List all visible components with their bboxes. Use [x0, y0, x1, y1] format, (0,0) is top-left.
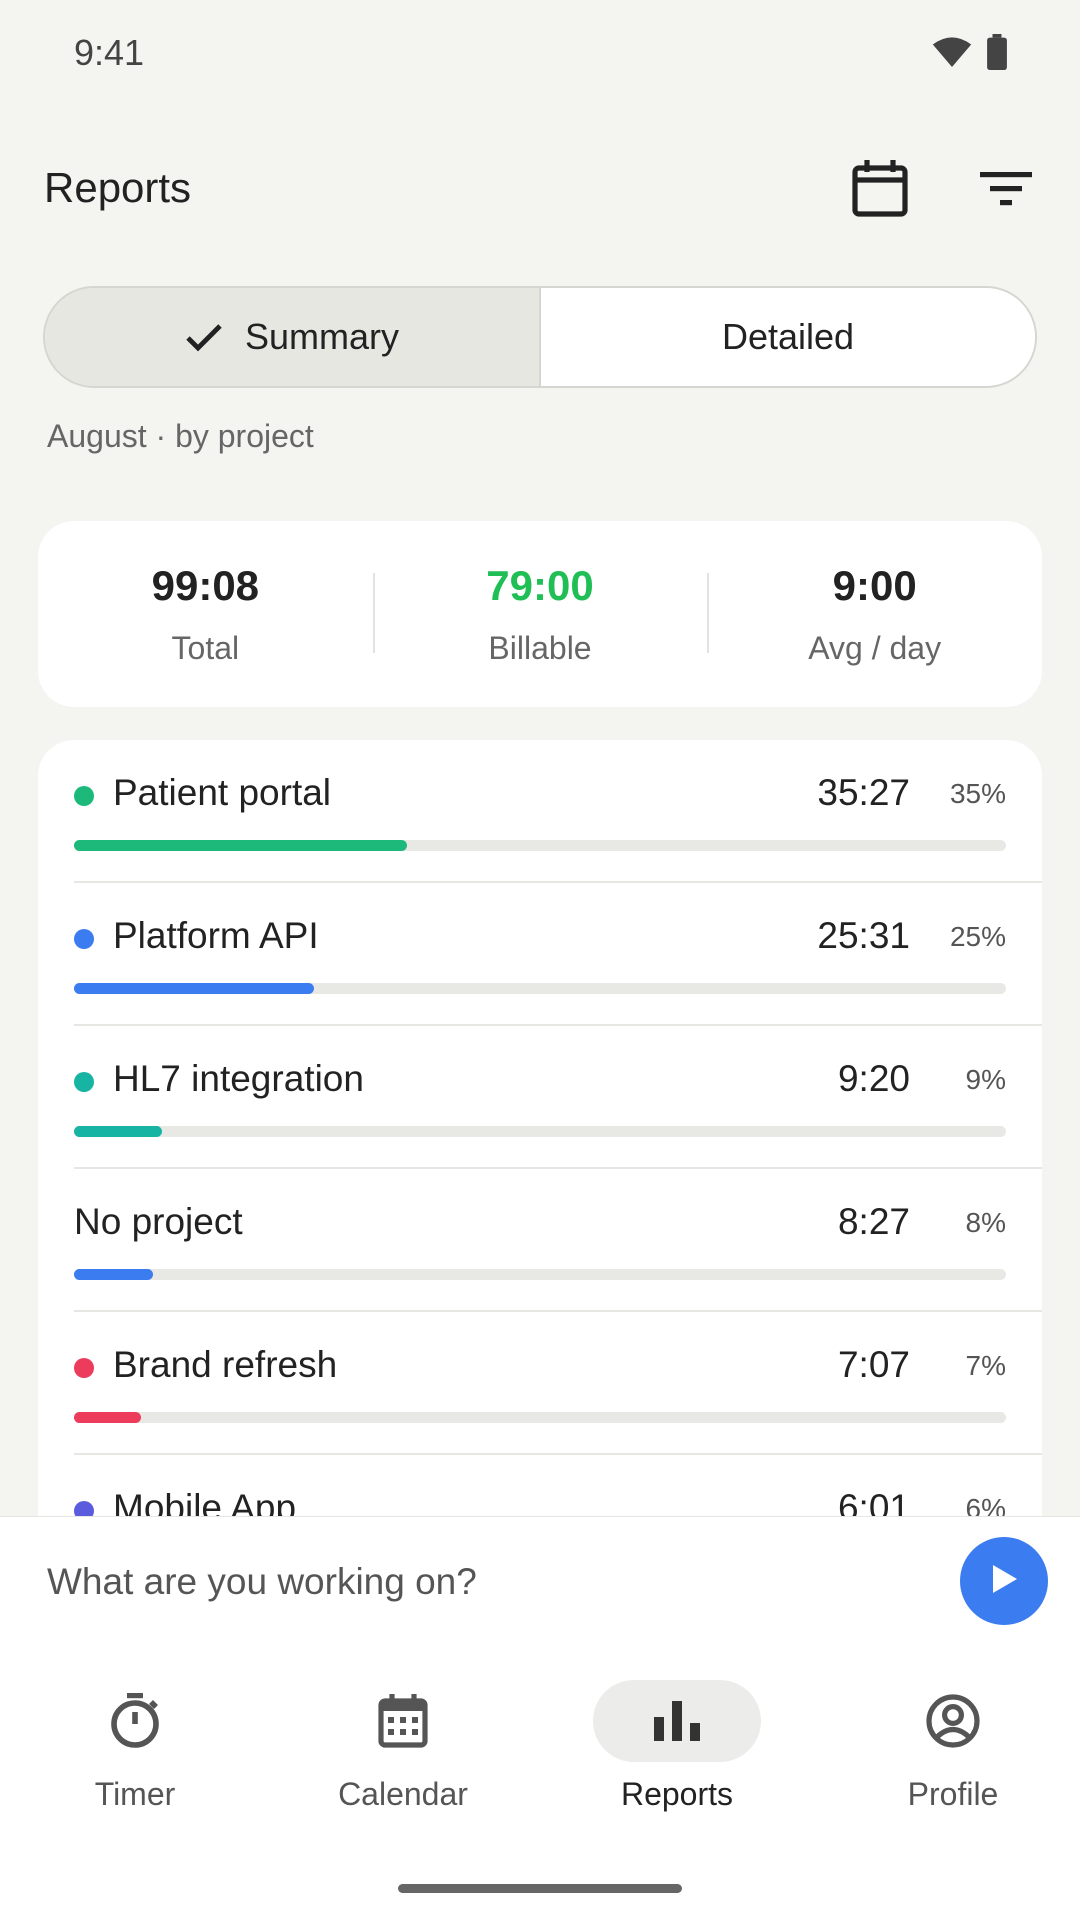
- project-percent: 7%: [965, 1350, 1006, 1381]
- detailed-option[interactable]: Detailed: [541, 288, 1035, 386]
- total-stat: 99:08 Total: [38, 521, 373, 707]
- list-item[interactable]: Platform API 25:31 25%: [38, 883, 1042, 1026]
- project-progress-fill: [74, 840, 407, 851]
- project-percent: 8%: [965, 1207, 1006, 1238]
- nav-profile-label: Profile: [907, 1776, 999, 1812]
- bar-chart-icon: [593, 1680, 761, 1762]
- bottom-navigation: Timer Calendar Reports Profile: [0, 1646, 1080, 1920]
- project-color-dot: [74, 786, 94, 806]
- date-range-button[interactable]: [848, 158, 912, 222]
- project-progress-fill: [74, 1412, 142, 1423]
- detailed-label: Detailed: [721, 316, 855, 357]
- nav-timer[interactable]: Timer: [0, 1646, 270, 1816]
- timer-description-input[interactable]: What are you working on?: [47, 1561, 477, 1603]
- project-progress-track: [74, 1269, 1006, 1280]
- app-header: Reports: [0, 150, 1080, 230]
- filter-icon: [980, 168, 1032, 213]
- list-item[interactable]: Patient portal 35:27 35%: [38, 740, 1042, 883]
- list-item[interactable]: Brand refresh 7:07 7%: [38, 1312, 1042, 1455]
- nav-profile[interactable]: Profile: [818, 1646, 1080, 1816]
- project-name: Platform API: [113, 915, 319, 956]
- nav-calendar[interactable]: Calendar: [268, 1646, 538, 1816]
- project-duration: 9:20: [837, 1058, 910, 1099]
- timer-bar: What are you working on?: [0, 1516, 1080, 1647]
- project-progress-track: [74, 840, 1006, 851]
- billable-stat: 79:00 Billable: [372, 521, 708, 707]
- project-name: Brand refresh: [113, 1344, 338, 1385]
- project-duration: 25:31: [817, 915, 910, 956]
- project-progress-track: [74, 1412, 1006, 1423]
- avg-day-value: 9:00: [832, 561, 917, 609]
- report-scope-subtitle: August · by project: [47, 418, 314, 454]
- report-mode-toggle: Summary Detailed: [43, 286, 1037, 388]
- page-title: Reports: [44, 164, 192, 211]
- project-progress-fill: [74, 1269, 154, 1280]
- project-name: Patient portal: [113, 772, 332, 813]
- project-duration: 8:27: [837, 1201, 910, 1242]
- summary-option[interactable]: Summary: [45, 288, 541, 386]
- status-bar: 9:41: [0, 0, 1080, 104]
- home-indicator: [398, 1884, 682, 1893]
- calendar-icon: [319, 1680, 487, 1762]
- battery-icon: [986, 34, 1008, 75]
- list-item[interactable]: Mobile App 6:01 6%: [38, 1455, 1042, 1520]
- nav-reports-label: Reports: [620, 1776, 734, 1812]
- project-color-dot: [74, 929, 94, 949]
- status-time: 9:41: [74, 32, 145, 73]
- avg-day-stat: 9:00 Avg / day: [707, 521, 1042, 707]
- check-icon: [185, 322, 223, 352]
- project-percent: 25%: [949, 921, 1006, 952]
- project-duration: 7:07: [837, 1344, 910, 1385]
- nav-timer-label: Timer: [94, 1776, 176, 1812]
- wifi-icon: [932, 35, 972, 74]
- project-name: No project: [74, 1201, 243, 1242]
- avg-day-label: Avg / day: [808, 629, 942, 666]
- project-progress-fill: [74, 1126, 162, 1137]
- project-percent: 35%: [949, 778, 1006, 809]
- billable-label: Billable: [488, 629, 592, 666]
- account-circle-icon: [869, 1680, 1037, 1762]
- play-icon: [989, 1563, 1019, 1600]
- summary-label: Summary: [244, 316, 400, 357]
- list-item[interactable]: HL7 integration 9:20 9%: [38, 1026, 1042, 1169]
- project-progress-fill: [74, 983, 314, 994]
- project-percent: 9%: [965, 1064, 1006, 1095]
- total-value: 99:08: [151, 561, 260, 609]
- filter-button[interactable]: [974, 158, 1038, 222]
- project-name: HL7 integration: [113, 1058, 364, 1099]
- total-label: Total: [171, 629, 240, 666]
- calendar-icon: [851, 158, 909, 223]
- stopwatch-icon: [51, 1680, 219, 1762]
- project-duration: 35:27: [817, 772, 910, 813]
- list-item[interactable]: No project 8:27 8%: [38, 1169, 1042, 1312]
- project-progress-track: [74, 983, 1006, 994]
- project-color-dot: [74, 1358, 94, 1378]
- project-color-dot: [74, 1072, 94, 1092]
- project-progress-track: [74, 1126, 1006, 1137]
- billable-value: 79:00: [486, 561, 594, 609]
- project-breakdown-list: Patient portal 35:27 35% Platform API 25:31 2…: [38, 740, 1042, 1520]
- nav-reports[interactable]: Reports: [542, 1646, 812, 1816]
- nav-calendar-label: Calendar: [338, 1776, 468, 1812]
- start-timer-button[interactable]: [960, 1537, 1048, 1625]
- totals-card: 99:08 Total 79:00 Billable 9:00 Avg / da…: [38, 521, 1042, 707]
